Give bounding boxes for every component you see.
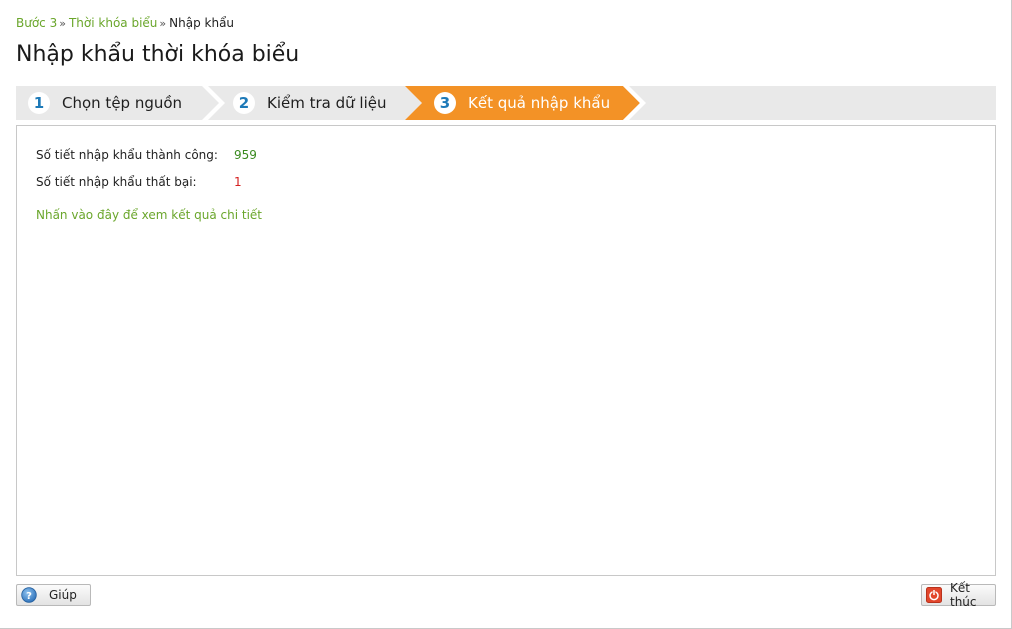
help-button[interactable]: ? Giúp (16, 584, 91, 606)
svg-text:?: ? (26, 591, 32, 602)
finish-button-label: Kết thúc (950, 581, 977, 609)
breadcrumb: Bước 3» Thời khóa biểu» Nhập khẩu (16, 16, 234, 30)
step-label: Kết quả nhập khẩu (468, 94, 611, 112)
help-button-label: Giúp (49, 588, 77, 602)
results-panel: Số tiết nhập khẩu thành công: 959 Số tiế… (16, 125, 996, 576)
breadcrumb-separator: » (159, 17, 167, 30)
breadcrumb-link-timetable[interactable]: Thời khóa biểu (69, 16, 157, 30)
wizard-step-3: 3 Kết quả nhập khẩu (434, 86, 610, 120)
step-number: 3 (434, 92, 456, 114)
step-label: Chọn tệp nguồn (62, 94, 183, 112)
step-number: 2 (233, 92, 255, 114)
fail-value: 1 (234, 175, 242, 189)
view-details-link[interactable]: Nhấn vào đây để xem kết quả chi tiết (36, 208, 262, 222)
page-title: Nhập khẩu thời khóa biểu (16, 42, 300, 67)
success-label: Số tiết nhập khẩu thành công: (36, 148, 218, 162)
step-number: 1 (28, 92, 50, 114)
step-label: Kiểm tra dữ liệu (267, 94, 387, 112)
power-icon (926, 587, 942, 603)
wizard-step-1: 1 Chọn tệp nguồn (28, 86, 182, 120)
breadcrumb-separator: » (59, 17, 66, 30)
wizard-step-2: 2 Kiểm tra dữ liệu (233, 86, 387, 120)
fail-label: Số tiết nhập khẩu thất bại: (36, 175, 197, 189)
fail-row: Số tiết nhập khẩu thất bại: 1 (36, 175, 242, 189)
breadcrumb-current: Nhập khẩu (169, 16, 235, 30)
breadcrumb-link-step3[interactable]: Bước 3 (16, 16, 57, 30)
help-icon: ? (21, 587, 37, 603)
success-row: Số tiết nhập khẩu thành công: 959 (36, 148, 257, 162)
success-value: 959 (234, 148, 257, 162)
finish-button[interactable]: Kết thúc (921, 581, 996, 609)
wizard-steps: 1 Chọn tệp nguồn 2 Kiểm tra dữ liệu 3 Kế… (16, 86, 996, 120)
